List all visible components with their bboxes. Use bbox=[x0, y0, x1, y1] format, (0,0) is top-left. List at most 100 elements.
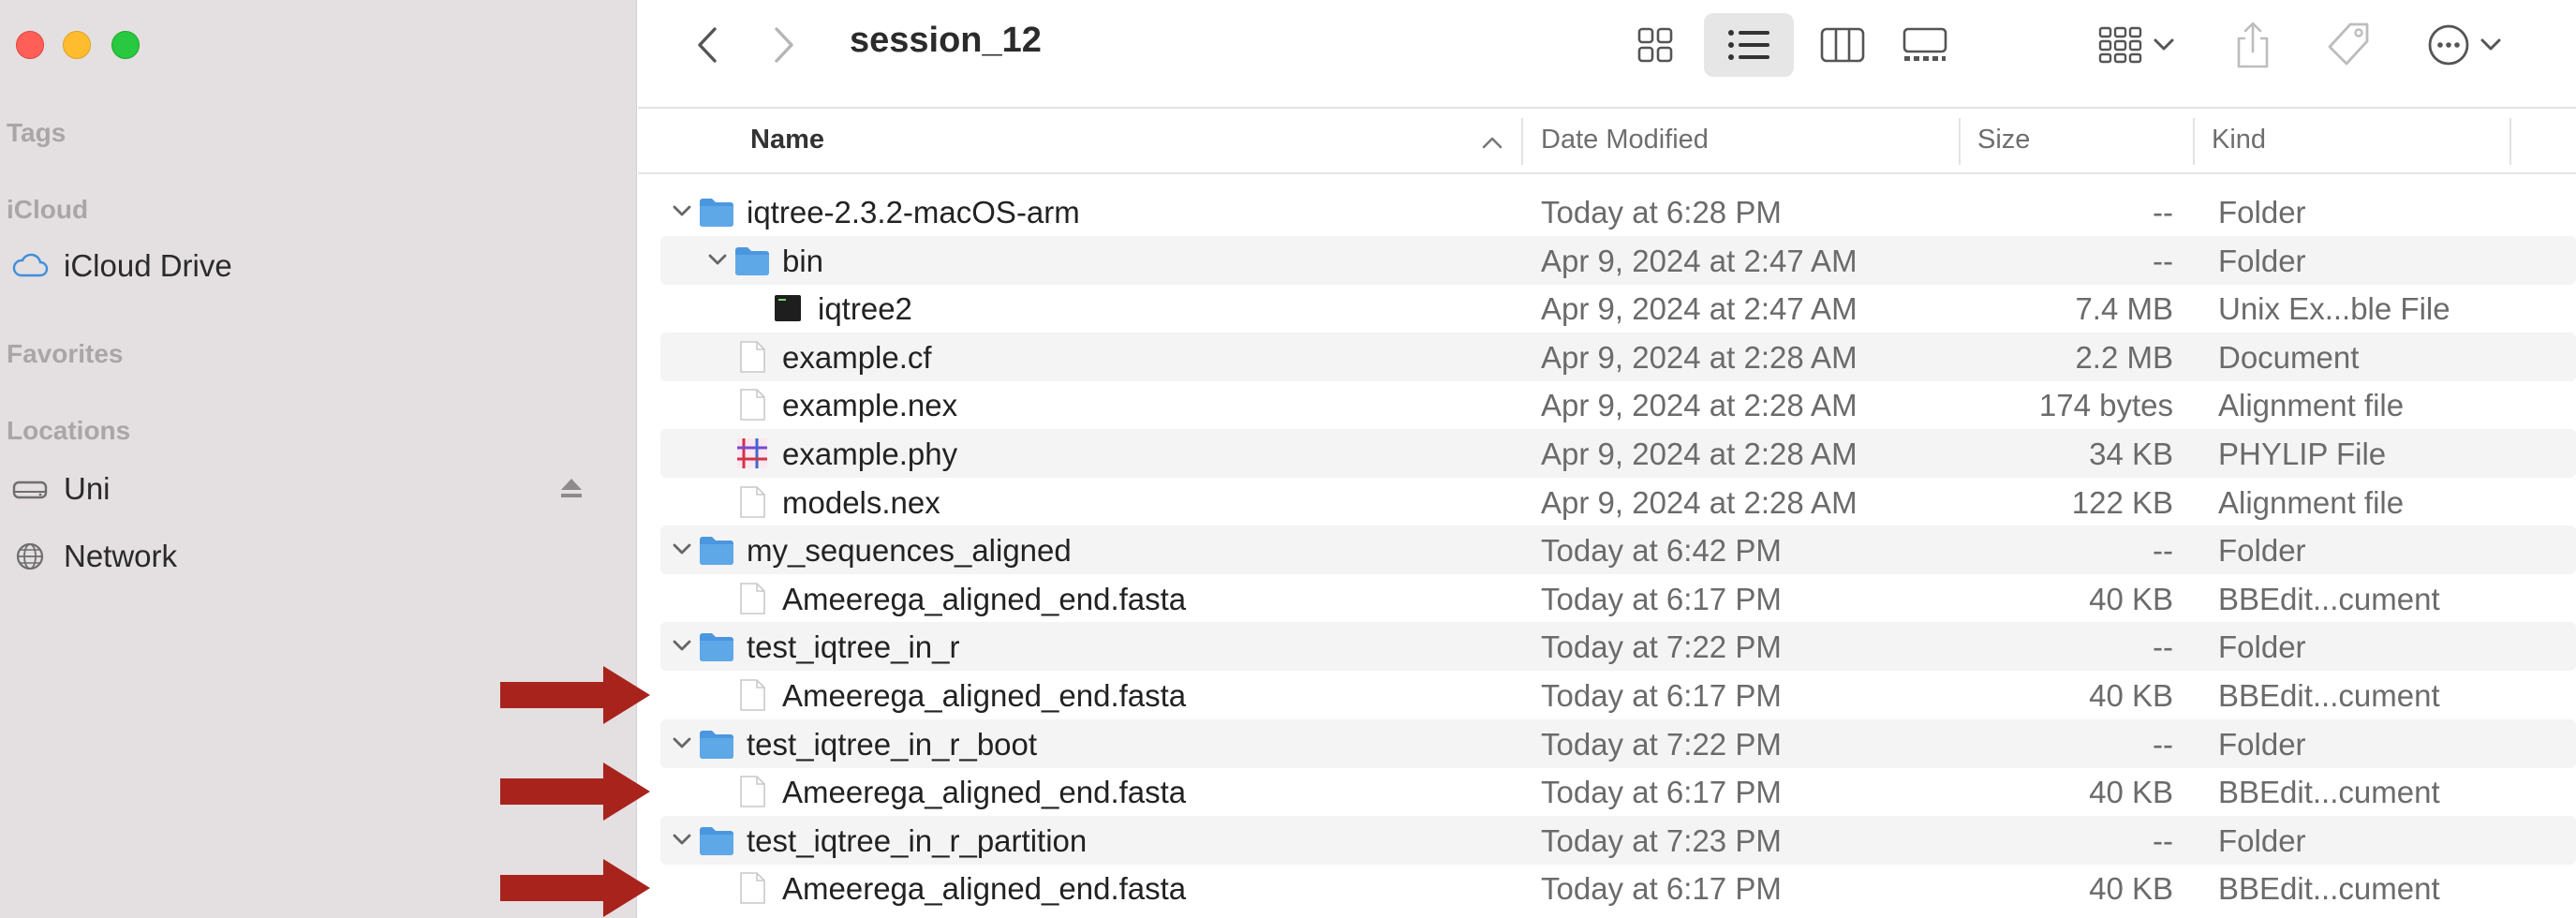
back-button[interactable] bbox=[681, 21, 733, 69]
disclosure-chevron-down-icon[interactable] bbox=[703, 245, 732, 274]
file-kind: Folder bbox=[2218, 822, 2306, 858]
folder-icon bbox=[700, 633, 733, 662]
file-row[interactable]: Ameerega_aligned_end.fasta Today at 6:17 … bbox=[660, 767, 2576, 816]
file-kind: PHYLIP File bbox=[2218, 437, 2387, 471]
sidebar-section-icloud[interactable]: iCloud bbox=[7, 195, 88, 225]
file-kind: Alignment file bbox=[2218, 484, 2405, 520]
globe-icon bbox=[16, 542, 44, 570]
file-name: Ameerega_aligned_end.fasta bbox=[782, 678, 1187, 713]
annotation-arrow bbox=[500, 859, 650, 918]
chevron-down-icon bbox=[2480, 38, 2501, 51]
column-view-button[interactable] bbox=[1813, 19, 1873, 71]
group-by-button[interactable] bbox=[2088, 19, 2185, 71]
sidebar-section-locations[interactable]: Locations bbox=[7, 416, 130, 446]
share-button[interactable] bbox=[2227, 15, 2279, 75]
date-modified: Today at 6:17 PM bbox=[1541, 871, 1782, 907]
forward-button[interactable] bbox=[758, 21, 810, 69]
document-icon bbox=[740, 340, 765, 373]
file-size: 40 KB bbox=[2089, 871, 2173, 907]
date-modified: Today at 7:23 PM bbox=[1541, 822, 1782, 858]
terminal-exec-icon bbox=[775, 295, 801, 322]
file-name: iqtree-2.3.2-macOS-arm bbox=[747, 195, 1080, 230]
column-divider[interactable] bbox=[2193, 118, 2195, 165]
file-kind: BBEdit...cument bbox=[2218, 581, 2440, 616]
document-icon bbox=[740, 679, 765, 711]
sort-ascending-icon[interactable] bbox=[1481, 135, 1503, 150]
file-size: -- bbox=[2153, 195, 2173, 230]
date-modified: Apr 9, 2024 at 2:28 AM bbox=[1541, 388, 1858, 423]
file-row[interactable]: Ameerega_aligned_end.fasta Today at 6:17 … bbox=[660, 864, 2576, 912]
file-size: 40 KB bbox=[2089, 775, 2173, 810]
list-view-button[interactable] bbox=[1704, 13, 1794, 77]
sidebar-section-tags[interactable]: Tags bbox=[7, 118, 66, 148]
folder-row[interactable]: test_iqtree_in_r Today at 7:22 PM -- Folder bbox=[660, 622, 2576, 672]
name-column-header[interactable]: Name bbox=[750, 125, 824, 155]
sidebar-item-network[interactable]: Network bbox=[0, 530, 618, 583]
folder-row[interactable]: bin Apr 9, 2024 at 2:47 AM -- Folder bbox=[660, 235, 2576, 285]
folder-icon bbox=[700, 826, 733, 855]
file-name: Ameerega_aligned_end.fasta bbox=[782, 871, 1187, 907]
toolbar: session_12 bbox=[638, 0, 2576, 109]
file-row[interactable]: iqtree2 Apr 9, 2024 at 2:47 AM 7.4 MB Unix … bbox=[660, 284, 2576, 333]
folder-row[interactable]: my_sequences_aligned Today at 6:42 PM -- Fo… bbox=[660, 526, 2576, 575]
folder-icon bbox=[700, 199, 733, 227]
folder-row[interactable]: iqtree-2.3.2-macOS-arm Today at 6:28 PM --… bbox=[660, 187, 2576, 236]
file-name: test_iqtree_in_r_partition bbox=[747, 822, 1088, 858]
sidebar-item-uni[interactable]: Uni bbox=[0, 463, 618, 515]
sidebar-item-icloud-drive[interactable]: iCloud Drive bbox=[0, 240, 618, 292]
file-size: 2.2 MB bbox=[2075, 339, 2173, 375]
date-modified: Today at 6:42 PM bbox=[1541, 533, 1782, 569]
column-header: Name Date Modified Size Kind bbox=[638, 109, 2576, 174]
kind-column-header[interactable]: Kind bbox=[2212, 125, 2266, 155]
file-name: test_iqtree_in_r_boot bbox=[747, 726, 1038, 762]
close-window-button[interactable] bbox=[16, 31, 44, 59]
file-row[interactable]: example.nex Apr 9, 2024 at 2:28 AM 174 byt… bbox=[660, 380, 2576, 429]
column-divider[interactable] bbox=[1959, 118, 1961, 165]
document-icon bbox=[740, 776, 765, 807]
gallery-view-button[interactable] bbox=[1891, 19, 1959, 71]
zoom-window-button[interactable] bbox=[111, 31, 140, 59]
file-row[interactable]: Ameerega_aligned_end.fasta Today at 6:17 … bbox=[660, 671, 2576, 719]
folder-row[interactable]: test_iqtree_in_r_boot Today at 7:22 PM -- F… bbox=[660, 718, 2576, 768]
file-row[interactable]: example.phy Apr 9, 2024 at 2:28 AM 34 KB PH… bbox=[660, 429, 2576, 478]
date-modified: Apr 9, 2024 at 2:28 AM bbox=[1541, 484, 1858, 520]
tags-button[interactable] bbox=[2318, 17, 2378, 73]
disclosure-chevron-down-icon[interactable] bbox=[668, 825, 696, 853]
date-modified-column-header[interactable]: Date Modified bbox=[1541, 125, 1709, 155]
date-modified: Apr 9, 2024 at 2:47 AM bbox=[1541, 291, 1858, 327]
folder-icon bbox=[700, 537, 733, 566]
sidebar-section-favorites[interactable]: Favorites bbox=[7, 339, 124, 369]
file-name: Ameerega_aligned_end.fasta bbox=[782, 775, 1187, 810]
file-name: example.cf bbox=[782, 339, 932, 375]
chevron-left-icon bbox=[698, 27, 717, 63]
minimize-window-button[interactable] bbox=[63, 31, 91, 59]
file-kind: Document bbox=[2218, 339, 2360, 375]
column-divider[interactable] bbox=[1521, 118, 1523, 165]
eject-icon[interactable] bbox=[558, 476, 585, 500]
size-column-header[interactable]: Size bbox=[1977, 125, 2030, 155]
file-kind: Unix Ex...ble File bbox=[2218, 291, 2450, 327]
gallery-icon bbox=[1902, 27, 1947, 61]
folder-row[interactable]: test_iqtree_in_r_partition Today at 7:23 … bbox=[660, 815, 2576, 865]
file-row[interactable]: example.cf Apr 9, 2024 at 2:28 AM 2.2 MB Do… bbox=[660, 332, 2576, 381]
disclosure-chevron-down-icon[interactable] bbox=[668, 535, 696, 563]
file-kind: BBEdit...cument bbox=[2218, 775, 2440, 810]
icon-view-button[interactable] bbox=[1625, 19, 1685, 71]
ellipsis-circle-icon bbox=[2428, 24, 2469, 66]
column-divider[interactable] bbox=[2509, 118, 2511, 165]
file-size: 174 bytes bbox=[2038, 388, 2173, 423]
file-size: -- bbox=[2153, 533, 2173, 569]
disclosure-chevron-down-icon[interactable] bbox=[668, 631, 696, 659]
disclosure-chevron-down-icon[interactable] bbox=[668, 729, 696, 757]
disclosure-chevron-down-icon[interactable] bbox=[668, 197, 696, 225]
annotation-arrow bbox=[500, 666, 650, 724]
file-row[interactable]: models.nex Apr 9, 2024 at 2:28 AM 122 KB Al… bbox=[660, 478, 2576, 526]
file-row[interactable]: Ameerega_aligned_end.fasta Today at 6:17 … bbox=[660, 574, 2576, 623]
more-actions-button[interactable] bbox=[2418, 19, 2511, 71]
cloud-icon bbox=[12, 253, 49, 277]
annotation-arrow bbox=[500, 763, 650, 822]
date-modified: Today at 6:17 PM bbox=[1541, 581, 1782, 616]
file-name: my_sequences_aligned bbox=[747, 533, 1072, 569]
sidebar-item-label: Network bbox=[64, 539, 178, 573]
file-name: iqtree2 bbox=[818, 291, 912, 327]
